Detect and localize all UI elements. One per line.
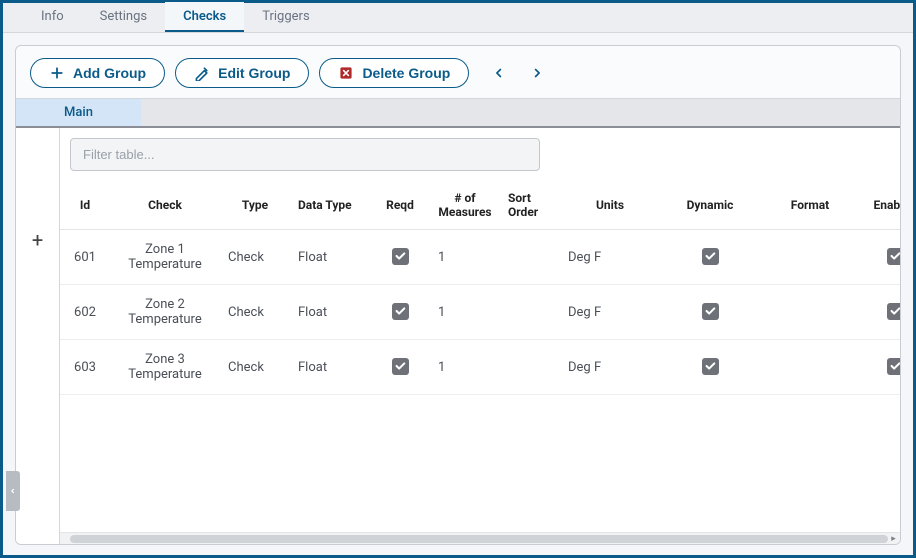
cell-check: Zone 1 Temperature: [110, 230, 220, 285]
cell-dynamic[interactable]: [660, 285, 760, 340]
table-area: Id Check Type Data Type Reqd # of Measur…: [60, 128, 900, 544]
checkbox-checked-icon[interactable]: [702, 248, 719, 265]
checkbox-checked-icon[interactable]: [392, 358, 409, 375]
cell-enabled[interactable]: [860, 230, 900, 285]
cell-measures: 1: [430, 285, 500, 340]
cell-reqd[interactable]: [370, 230, 430, 285]
top-tabs: Info Settings Checks Triggers: [3, 3, 913, 33]
next-group-button[interactable]: [527, 63, 547, 83]
group-toolbar: Add Group Edit Group Delete Group: [16, 46, 900, 98]
delete-group-button[interactable]: Delete Group: [319, 58, 469, 88]
cell-type: Check: [220, 230, 290, 285]
group-tab-main[interactable]: Main: [16, 99, 141, 126]
plus-icon: [49, 65, 65, 81]
table-header-row: Id Check Type Data Type Reqd # of Measur…: [60, 185, 900, 230]
tab-info[interactable]: Info: [23, 2, 82, 32]
tab-settings[interactable]: Settings: [82, 2, 165, 32]
checkbox-checked-icon[interactable]: [702, 358, 719, 375]
cell-reqd[interactable]: [370, 340, 430, 395]
cell-id: 603: [60, 340, 110, 395]
cell-data-type: Float: [290, 285, 370, 340]
col-id[interactable]: Id: [60, 185, 110, 230]
scroll-right-arrow[interactable]: ▸: [888, 533, 899, 544]
scrollbar-thumb[interactable]: [70, 535, 888, 543]
checkbox-checked-icon[interactable]: [887, 303, 901, 320]
cell-check: Zone 2 Temperature: [110, 285, 220, 340]
col-enabled[interactable]: Enabled: [860, 185, 900, 230]
cell-id: 601: [60, 230, 110, 285]
table-row[interactable]: 602Zone 2 TemperatureCheckFloat 1 Deg F: [60, 285, 900, 340]
col-sort[interactable]: Sort Order: [500, 185, 560, 230]
cell-type: Check: [220, 340, 290, 395]
cell-type: Check: [220, 285, 290, 340]
edit-group-button[interactable]: Edit Group: [175, 58, 309, 88]
col-dynamic[interactable]: Dynamic: [660, 185, 760, 230]
cell-enabled[interactable]: [860, 340, 900, 395]
cell-units: Deg F: [560, 340, 660, 395]
left-rail: +: [16, 128, 60, 544]
checkbox-checked-icon[interactable]: [392, 303, 409, 320]
cell-reqd[interactable]: [370, 285, 430, 340]
pencil-icon: [194, 65, 210, 81]
add-group-button[interactable]: Add Group: [30, 58, 165, 88]
col-data-type[interactable]: Data Type: [290, 185, 370, 230]
collapse-handle[interactable]: [6, 471, 20, 511]
prev-group-button[interactable]: [489, 63, 509, 83]
horizontal-scrollbar[interactable]: ▸: [60, 532, 900, 544]
add-group-label: Add Group: [73, 65, 146, 81]
cell-sort: [500, 285, 560, 340]
group-nav: [489, 63, 547, 83]
col-measures[interactable]: # of Measures: [430, 185, 500, 230]
cell-units: Deg F: [560, 230, 660, 285]
checkbox-checked-icon[interactable]: [887, 248, 901, 265]
col-check[interactable]: Check: [110, 185, 220, 230]
add-row-button[interactable]: +: [32, 228, 43, 252]
cell-dynamic[interactable]: [660, 230, 760, 285]
table-row[interactable]: 601Zone 1 TemperatureCheckFloat 1 Deg F: [60, 230, 900, 285]
cell-measures: 1: [430, 340, 500, 395]
delete-icon: [338, 65, 354, 81]
tab-triggers[interactable]: Triggers: [244, 2, 327, 32]
cell-enabled[interactable]: [860, 285, 900, 340]
delete-group-label: Delete Group: [362, 65, 450, 81]
cell-format: [760, 230, 860, 285]
tab-checks[interactable]: Checks: [165, 2, 244, 32]
cell-check: Zone 3 Temperature: [110, 340, 220, 395]
col-type[interactable]: Type: [220, 185, 290, 230]
col-format[interactable]: Format: [760, 185, 860, 230]
cell-data-type: Float: [290, 230, 370, 285]
cell-sort: [500, 230, 560, 285]
cell-measures: 1: [430, 230, 500, 285]
cell-id: 602: [60, 285, 110, 340]
cell-format: [760, 340, 860, 395]
checks-panel: Add Group Edit Group Delete Group Main: [15, 45, 901, 545]
cell-units: Deg F: [560, 285, 660, 340]
edit-group-label: Edit Group: [218, 65, 290, 81]
filter-input[interactable]: [70, 138, 540, 171]
checkbox-checked-icon[interactable]: [392, 248, 409, 265]
group-tabs: Main: [16, 98, 900, 128]
cell-dynamic[interactable]: [660, 340, 760, 395]
checkbox-checked-icon[interactable]: [887, 358, 901, 375]
table-row[interactable]: 603Zone 3 TemperatureCheckFloat 1 Deg F: [60, 340, 900, 395]
cell-format: [760, 285, 860, 340]
checkbox-checked-icon[interactable]: [702, 303, 719, 320]
col-reqd[interactable]: Reqd: [370, 185, 430, 230]
cell-data-type: Float: [290, 340, 370, 395]
col-units[interactable]: Units: [560, 185, 660, 230]
cell-sort: [500, 340, 560, 395]
checks-table: Id Check Type Data Type Reqd # of Measur…: [60, 185, 900, 395]
